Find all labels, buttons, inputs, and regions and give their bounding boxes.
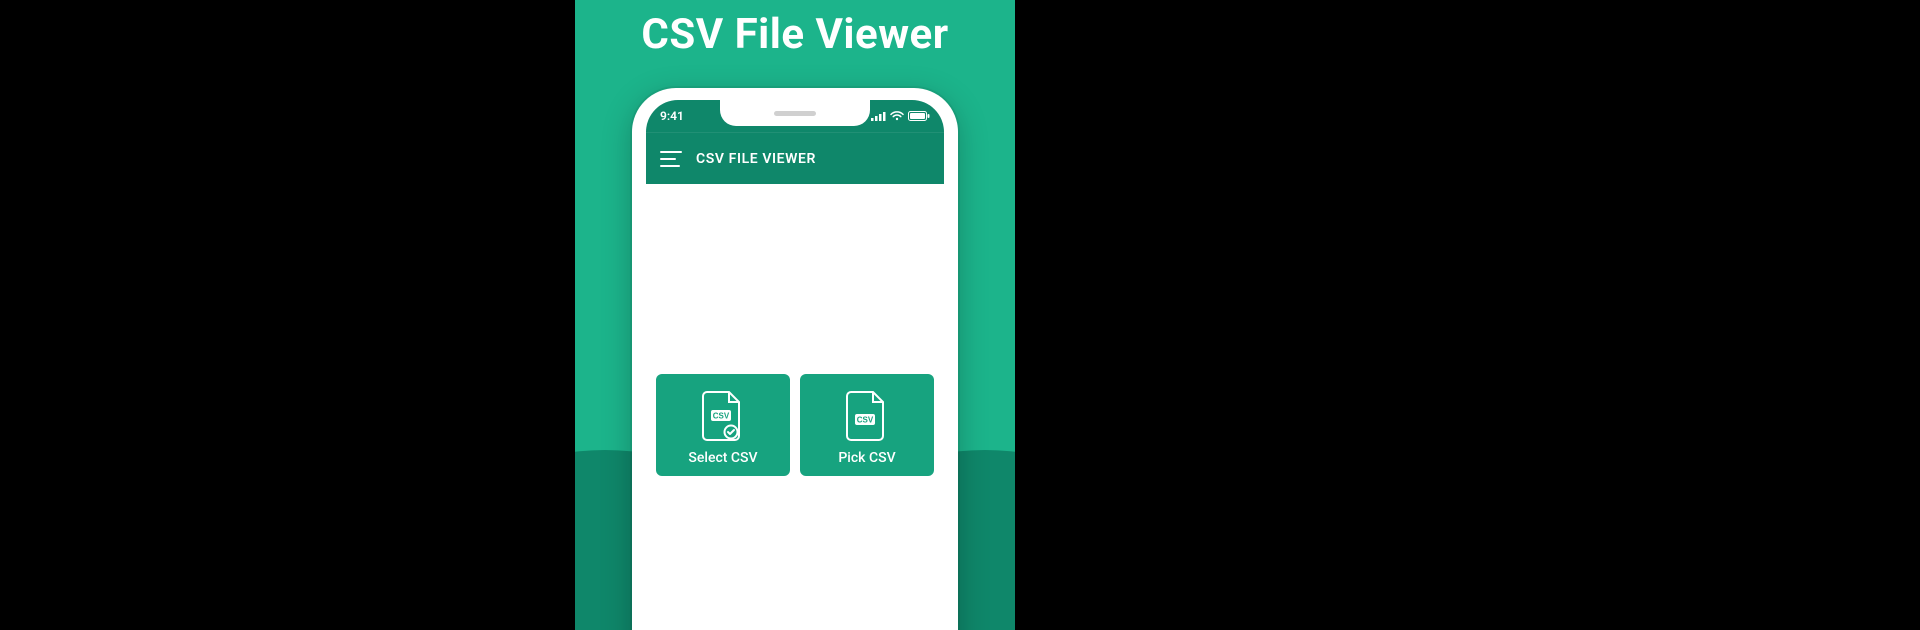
csv-badge-text: CSV	[713, 412, 730, 421]
pick-csv-button[interactable]: CSV Pick CSV	[800, 374, 934, 476]
phone-mockup: 9:41	[632, 88, 958, 630]
pick-csv-label: Pick CSV	[838, 450, 895, 466]
app-content: CSV Select CSV	[646, 184, 944, 630]
csv-file-check-icon: CSV	[701, 388, 745, 444]
page: CSV File Viewer 9:41	[0, 0, 1920, 630]
promo-title: CSV File Viewer	[575, 10, 1015, 59]
action-tiles: CSV Select CSV	[656, 374, 934, 476]
phone-speaker	[774, 111, 816, 116]
app-bar: CSV FILE VIEWER	[646, 132, 944, 185]
phone-screen: 9:41	[646, 100, 944, 630]
select-csv-button[interactable]: CSV Select CSV	[656, 374, 790, 476]
menu-icon[interactable]	[660, 151, 682, 167]
status-time: 9:41	[660, 109, 684, 123]
select-csv-label: Select CSV	[688, 450, 757, 466]
phone-notch	[720, 100, 870, 126]
cellular-signal-icon	[871, 111, 886, 121]
csv-file-icon: CSV	[845, 388, 889, 444]
promo-panel: CSV File Viewer 9:41	[575, 0, 1015, 630]
battery-icon	[908, 111, 930, 121]
wifi-icon	[890, 111, 904, 121]
status-icons	[871, 111, 930, 121]
csv-badge-text: CSV	[857, 416, 874, 425]
app-title: CSV FILE VIEWER	[696, 151, 816, 167]
